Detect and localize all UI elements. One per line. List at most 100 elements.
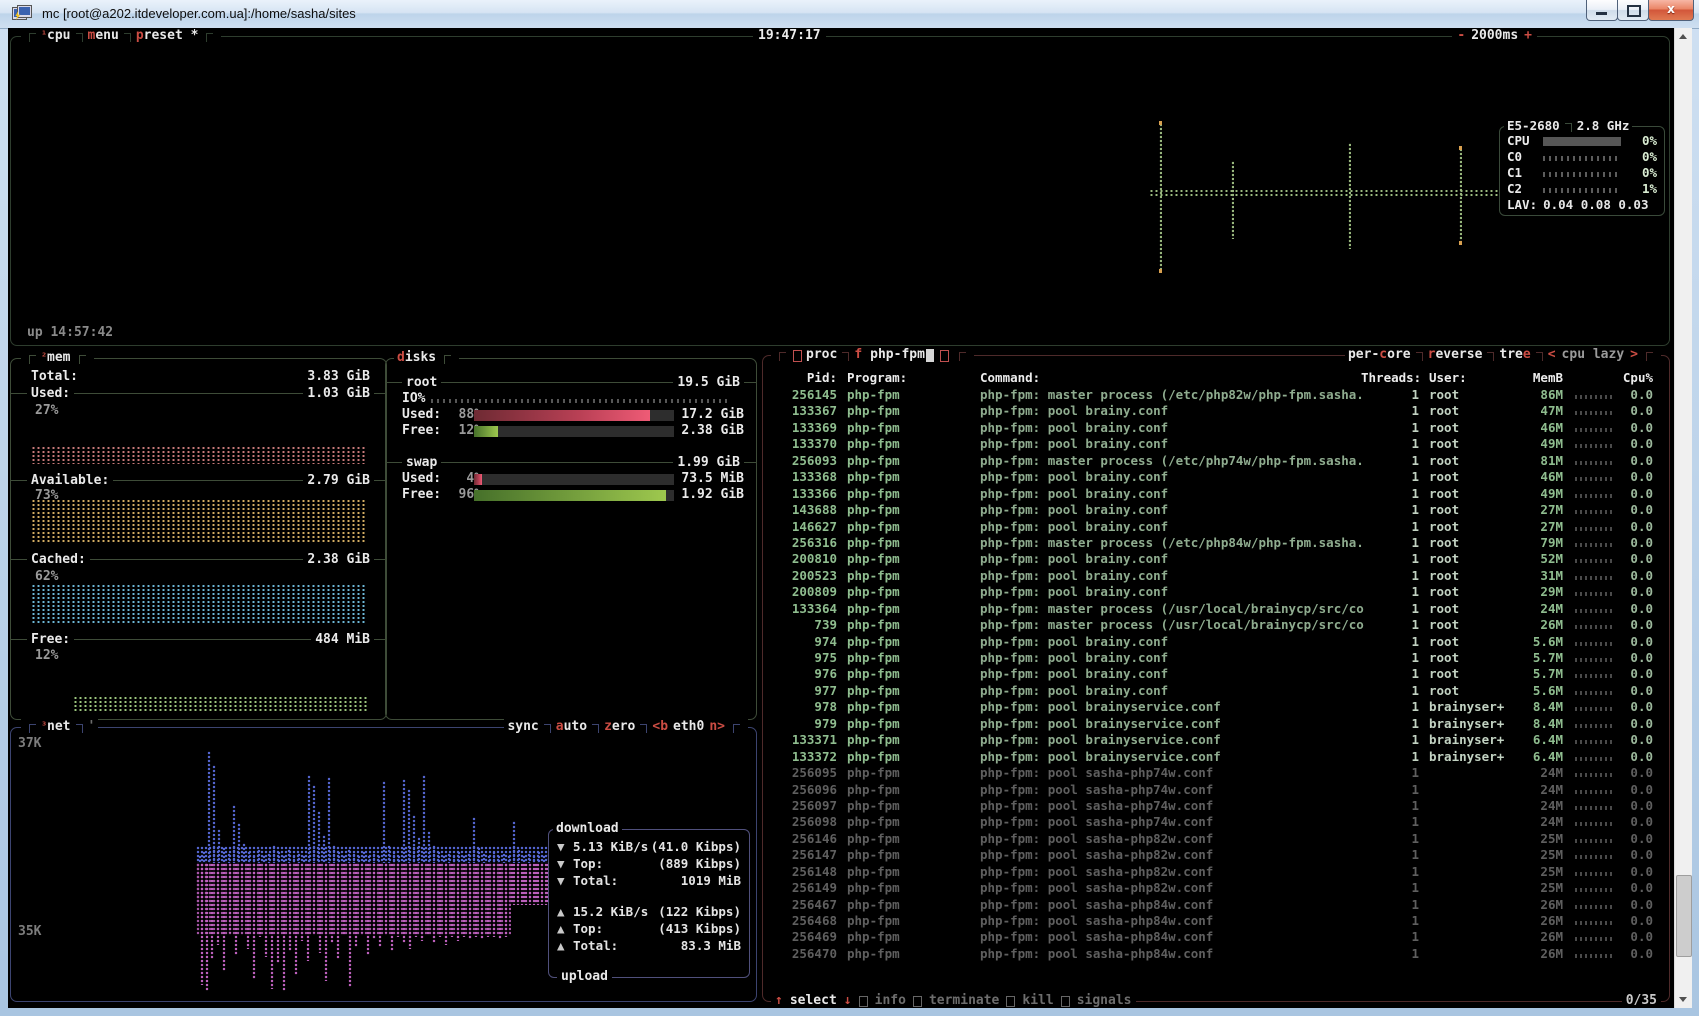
cpu-stat-meter — [1543, 156, 1621, 161]
process-row[interactable]: 256095php-fpmphp-fpm: pool sasha-php74w.… — [763, 765, 1669, 781]
process-pid: 977 — [779, 683, 837, 699]
process-row[interactable]: 977php-fpmphp-fpm: pool brainy.conf1root… — [763, 683, 1669, 699]
terminate-action[interactable]: terminate — [929, 993, 999, 1008]
process-row[interactable]: 256316php-fpmphp-fpm: master process (/e… — [763, 535, 1669, 551]
disk-size: 1.99 GiB — [673, 455, 744, 471]
select-down-icon[interactable]: ↓ — [844, 993, 852, 1008]
col-command[interactable]: Command: — [980, 370, 1380, 386]
process-row[interactable]: 256149php-fpmphp-fpm: pool sasha-php82w.… — [763, 880, 1669, 896]
mem-row-value: 2.79 GiB — [303, 473, 374, 489]
process-mem-graph — [1575, 921, 1615, 925]
process-row[interactable]: 146627php-fpmphp-fpm: pool brainy.conf1r… — [763, 519, 1669, 535]
select-up-icon[interactable]: ↑ — [775, 993, 783, 1008]
process-threads: 1 — [1361, 453, 1419, 469]
process-mem: 79M — [1519, 535, 1563, 551]
process-row[interactable]: 133366php-fpmphp-fpm: pool brainy.conf1r… — [763, 486, 1669, 502]
scroll-up-button[interactable] — [1675, 28, 1692, 45]
process-row[interactable]: 739php-fpmphp-fpm: master process (/usr/… — [763, 617, 1669, 633]
process-row[interactable]: 133367php-fpmphp-fpm: pool brainy.conf1r… — [763, 403, 1669, 419]
kill-action[interactable]: kill — [1022, 993, 1053, 1008]
cpu-stat-meter — [1543, 172, 1621, 177]
process-threads: 1 — [1361, 765, 1419, 781]
col-memb[interactable]: MemB — [1519, 370, 1563, 386]
process-row[interactable]: 256470php-fpmphp-fpm: pool sasha-php84w.… — [763, 946, 1669, 962]
info-action[interactable]: info — [875, 993, 906, 1008]
sort-next-button[interactable]: > — [1630, 347, 1638, 363]
process-row[interactable]: 133371php-fpmphp-fpm: pool brainyservice… — [763, 732, 1669, 748]
process-row[interactable]: 256093php-fpmphp-fpm: master process (/e… — [763, 453, 1669, 469]
process-row[interactable]: 133372php-fpmphp-fpm: pool brainyservice… — [763, 749, 1669, 765]
net-direction-icon: ▲ — [557, 921, 573, 937]
process-pid: 256468 — [779, 913, 837, 929]
col-cpu[interactable]: Cpu% — [1619, 370, 1653, 386]
process-mem-graph — [1575, 477, 1615, 481]
process-row[interactable]: 133364php-fpmphp-fpm: master process (/u… — [763, 601, 1669, 617]
col-user[interactable]: User: — [1429, 370, 1529, 386]
process-row[interactable]: 256467php-fpmphp-fpm: pool sasha-php84w.… — [763, 897, 1669, 913]
sort-prev-button[interactable]: < — [1548, 347, 1556, 363]
proc-box-label[interactable]: proc — [806, 347, 837, 363]
net-stat-text: Total: — [573, 938, 681, 954]
mem-graph-available — [31, 499, 367, 543]
process-row[interactable]: 133368php-fpmphp-fpm: pool brainy.conf1r… — [763, 469, 1669, 485]
filter-clear-icon[interactable] — [940, 350, 949, 362]
process-row[interactable]: 200810php-fpmphp-fpm: pool brainy.conf1r… — [763, 551, 1669, 567]
process-row[interactable]: 200809php-fpmphp-fpm: pool brainy.conf1r… — [763, 584, 1669, 600]
signals-action[interactable]: signals — [1077, 993, 1132, 1008]
net-download-bar — [487, 855, 491, 863]
process-user: root — [1429, 436, 1529, 452]
process-command: php-fpm: pool brainy.conf — [980, 436, 1380, 452]
process-row[interactable]: 976php-fpmphp-fpm: pool brainy.conf1root… — [763, 666, 1669, 682]
net-stat-text: Top: — [573, 856, 658, 872]
process-row[interactable]: 978php-fpmphp-fpm: pool brainyservice.co… — [763, 699, 1669, 715]
process-program: php-fpm — [847, 453, 975, 469]
process-mem: 6.4M — [1519, 732, 1563, 748]
process-row[interactable]: 974php-fpmphp-fpm: pool brainy.conf1root… — [763, 634, 1669, 650]
per-core-toggle[interactable]: per-core — [1348, 347, 1411, 363]
reverse-toggle[interactable]: reverse — [1428, 347, 1483, 363]
scrollbar[interactable] — [1674, 28, 1692, 1008]
process-row[interactable]: 133369php-fpmphp-fpm: pool brainy.conf1r… — [763, 420, 1669, 436]
process-program: php-fpm — [847, 387, 975, 403]
col-program[interactable]: Program: — [847, 370, 975, 386]
close-button[interactable]: x — [1648, 0, 1694, 21]
uptime: up 14:57:42 — [27, 325, 113, 341]
process-row[interactable]: 256098php-fpmphp-fpm: pool sasha-php74w.… — [763, 814, 1669, 830]
minimize-button[interactable] — [1586, 0, 1618, 21]
filter-button[interactable]: f — [854, 347, 862, 363]
process-row[interactable]: 256145php-fpmphp-fpm: master process (/e… — [763, 387, 1669, 403]
filter-input[interactable]: php-fpm — [870, 347, 925, 363]
process-row[interactable]: 256097php-fpmphp-fpm: pool sasha-php74w.… — [763, 798, 1669, 814]
scroll-down-button[interactable] — [1675, 991, 1692, 1008]
process-row[interactable]: 256147php-fpmphp-fpm: pool sasha-php82w.… — [763, 847, 1669, 863]
process-row[interactable]: 200523php-fpmphp-fpm: pool brainy.conf1r… — [763, 568, 1669, 584]
cpu-graph-spike — [1159, 123, 1162, 269]
process-row[interactable]: 256096php-fpmphp-fpm: pool sasha-php74w.… — [763, 782, 1669, 798]
process-row[interactable]: 133370php-fpmphp-fpm: pool brainy.conf1r… — [763, 436, 1669, 452]
process-mem-graph — [1575, 674, 1615, 678]
net-upload-bar — [510, 863, 514, 903]
col-threads[interactable]: Threads: — [1361, 370, 1419, 386]
process-mem: 26M — [1519, 913, 1563, 929]
process-command: php-fpm: pool brainyservice.conf — [980, 749, 1380, 765]
process-command: php-fpm: pool brainy.conf — [980, 584, 1380, 600]
process-row[interactable]: 256146php-fpmphp-fpm: pool sasha-php82w.… — [763, 831, 1669, 847]
process-mem-graph — [1575, 691, 1615, 695]
process-row[interactable]: 256469php-fpmphp-fpm: pool sasha-php84w.… — [763, 929, 1669, 945]
process-mem-graph — [1575, 461, 1615, 465]
tree-toggle[interactable]: tree — [1499, 347, 1530, 363]
net-download-bar — [247, 851, 251, 863]
process-row[interactable]: 979php-fpmphp-fpm: pool brainyservice.co… — [763, 716, 1669, 732]
select-action[interactable]: select — [790, 993, 837, 1008]
process-row[interactable]: 256468php-fpmphp-fpm: pool sasha-php84w.… — [763, 913, 1669, 929]
process-cpu: 0.0 — [1619, 864, 1653, 880]
process-row[interactable]: 975php-fpmphp-fpm: pool brainy.conf1root… — [763, 650, 1669, 666]
col-pid[interactable]: Pid: — [779, 370, 837, 386]
disk-io-row: IO% — [386, 391, 756, 407]
process-threads: 1 — [1361, 897, 1419, 913]
scrollbar-thumb[interactable] — [1676, 875, 1692, 957]
maximize-button[interactable] — [1617, 0, 1649, 21]
process-row[interactable]: 256148php-fpmphp-fpm: pool sasha-php82w.… — [763, 864, 1669, 880]
process-row[interactable]: 143688php-fpmphp-fpm: pool brainy.conf1r… — [763, 502, 1669, 518]
net-download-bar — [432, 845, 436, 863]
